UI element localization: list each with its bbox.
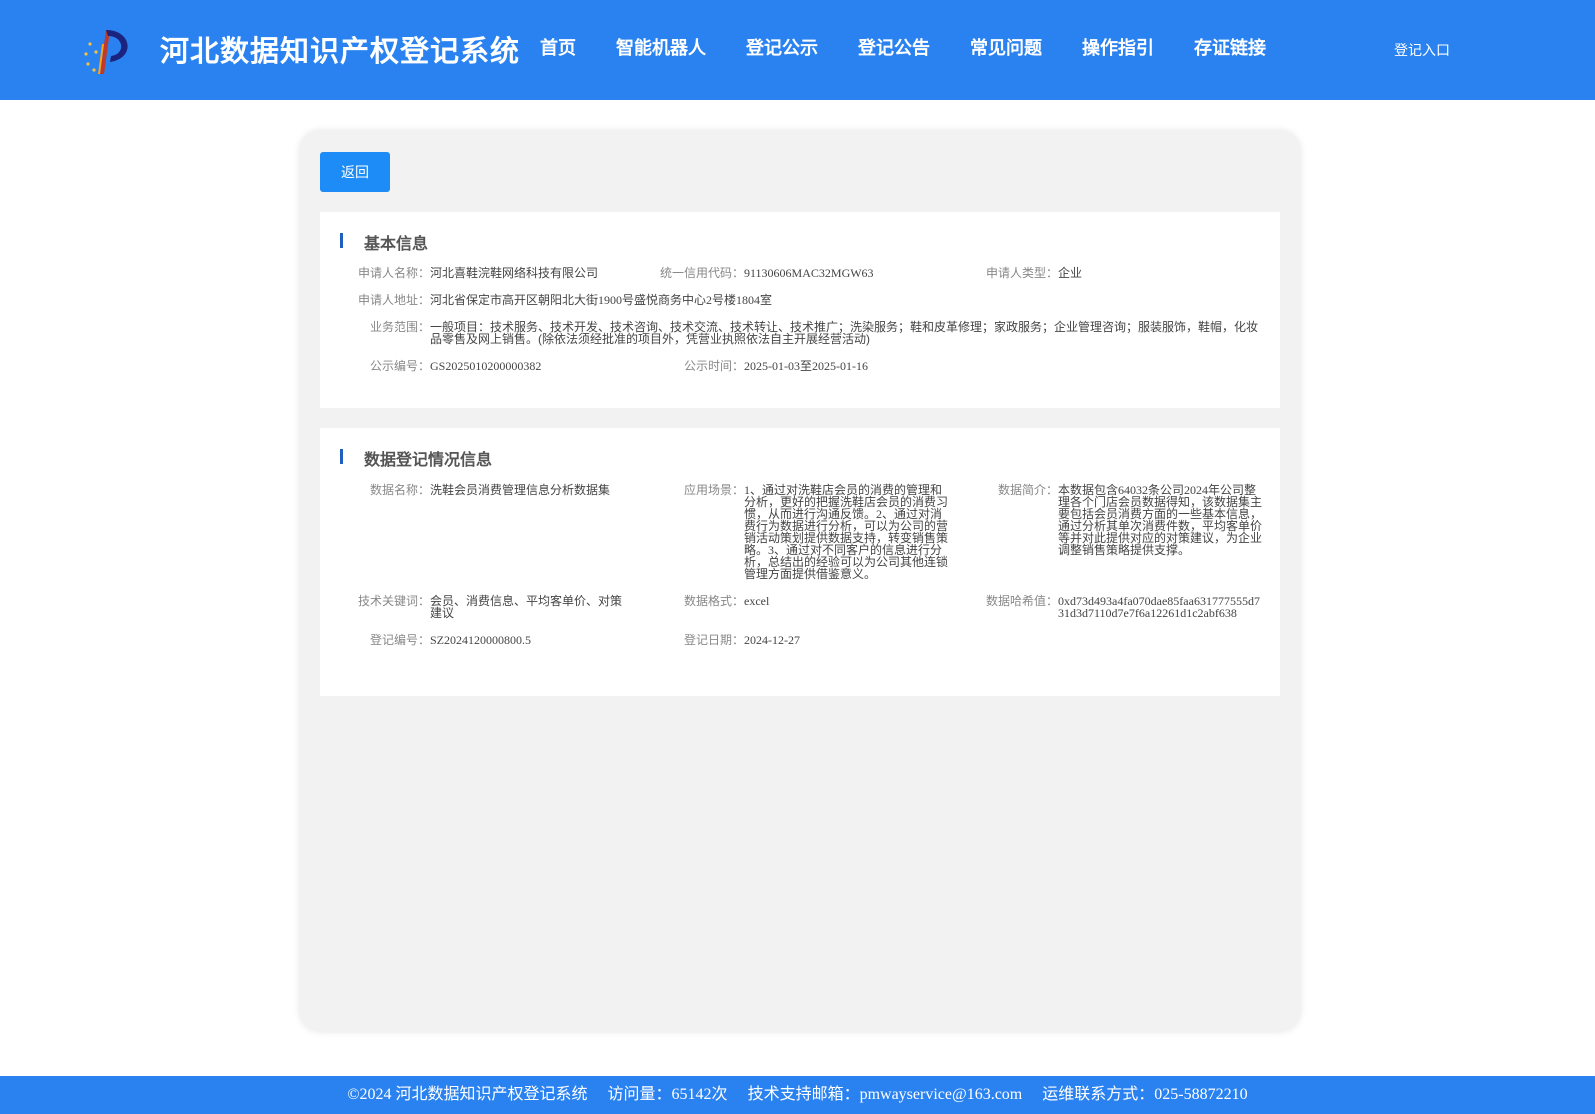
basic-info-card: 基本信息 申请人名称： 河北喜鞋浣鞋网络科技有限公司 统一信用代码： 91130… [320,212,1280,408]
field-value: 河北喜鞋浣鞋网络科技有限公司 [430,266,599,280]
field-label: 应用场景： [683,483,744,497]
nav-item-robot[interactable]: 智能机器人 [616,34,706,60]
nav-item-faq[interactable]: 常见问题 [970,34,1042,60]
field-label: 数据格式： [683,594,744,608]
field-label: 数据简介： [997,483,1058,497]
field-value: 0xd73d493a4fa070dae85faa631777555d731d3d… [1058,594,1260,620]
nav-item-publicity[interactable]: 登记公示 [746,34,818,60]
field-label: 公示时间： [683,359,744,373]
field-value: 2024-12-27 [744,633,800,647]
field-label: 申请人名称： [357,266,430,280]
field-value: 会员、消费信息、平均客单价、对策建议 [430,594,623,620]
field-label: 申请人地址： [357,293,430,307]
field-value: 本数据包含64032条公司2024年公司整理各个门店会员数据得知，该数据集主要包… [1058,483,1263,557]
field-value: excel [744,594,770,608]
field-label: 业务范围： [369,320,430,334]
nav-item-evidence-link[interactable]: 存证链接 [1194,34,1266,60]
nav-item-guide[interactable]: 操作指引 [1082,34,1154,60]
field-value: 洗鞋会员消费管理信息分析数据集 [430,483,611,497]
section-title: 数据登记情况信息 [364,450,493,469]
ops-contact: 运维联系方式：025-58872210 [1042,1086,1248,1103]
field-label: 数据哈希值： [985,594,1058,608]
main-nav: 首页 智能机器人 登记公示 登记公告 常见问题 操作指引 存证链接 [540,34,1306,60]
field-value: 企业 [1058,266,1083,280]
field-value: SZ2024120000800.5 [430,633,532,647]
login-link[interactable]: 登记入口 [1394,40,1450,60]
field-label: 数据名称： [369,483,430,497]
section-title: 基本信息 [364,234,429,253]
field-value: 2025-01-03至2025-01-16 [744,359,868,373]
field-label: 统一信用代码： [659,266,744,280]
field-value: 河北省保定市高开区朝阳北大街1900号盛悦商务中心2号楼1804室 [430,293,773,307]
field-value: 一般项目：技术服务、技术开发、技术咨询、技术交流、技术转让、技术推广；洗染服务；… [430,320,1259,346]
support-email: 技术支持邮箱：pmwayservice@163.com [747,1086,1023,1103]
field-label: 技术关键词： [357,594,430,608]
page-footer: ©2024 河北数据知识产权登记系统 访问量：65142次 技术支持邮箱：pmw… [0,1076,1595,1114]
field-value: 91130606MAC32MGW63 [744,266,874,280]
back-button[interactable]: 返回 [320,152,390,192]
field-label: 公示编号： [369,359,430,373]
site-logo-icon[interactable] [80,24,136,80]
section-marker [340,233,343,248]
field-label: 申请人类型： [985,266,1058,280]
copyright-text: ©2024 河北数据知识产权登记系统 [347,1086,588,1103]
visit-count: 访问量：65142次 [607,1086,728,1103]
field-label: 登记编号： [369,633,430,647]
nav-item-announcement[interactable]: 登记公告 [858,34,930,60]
field-value: 1、通过对洗鞋店会员的消费的管理和分析，更好的把握洗鞋店会员的消费习惯，从而进行… [744,483,949,581]
top-header: 河北数据知识产权登记系统 首页 智能机器人 登记公示 登记公告 常见问题 操作指… [0,0,1595,100]
field-label: 登记日期： [683,633,744,647]
data-registration-card: 数据登记情况信息 数据名称： 洗鞋会员消费管理信息分析数据集 应用场景： 1、通… [320,428,1280,696]
nav-item-home[interactable]: 首页 [540,34,576,60]
section-marker [340,449,343,464]
detail-panel: 返回 基本信息 申请人名称： 河北喜鞋浣鞋网络科技有限公司 统一信用代码： 91… [300,131,1300,1031]
site-title: 河北数据知识产权登记系统 [160,34,521,68]
field-value: GS2025010200000382 [430,359,542,373]
